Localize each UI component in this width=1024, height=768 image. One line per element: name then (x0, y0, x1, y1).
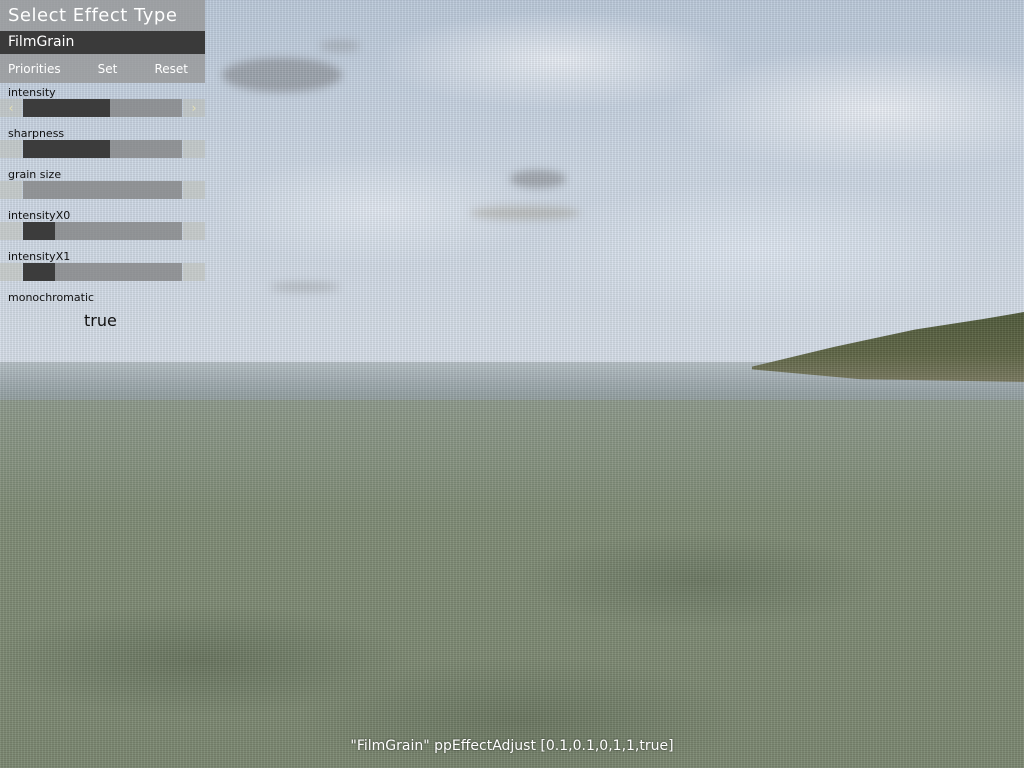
slider-track[interactable] (23, 99, 182, 117)
dark-cloud (470, 206, 580, 220)
param-intensity: intensity ‹ › (0, 83, 205, 124)
slider-track[interactable] (23, 181, 182, 199)
slider-left-button[interactable] (0, 181, 22, 199)
slider-left-button[interactable] (0, 222, 22, 240)
slider-left-button[interactable] (0, 263, 22, 281)
slider-fill (23, 263, 55, 281)
slider-intensity-x0[interactable] (0, 222, 205, 240)
dark-cloud (270, 282, 340, 292)
grass-ground (0, 400, 1024, 768)
slider-right-button[interactable] (183, 222, 205, 240)
param-label: grain size (8, 168, 62, 181)
dark-cloud (320, 40, 360, 52)
slider-track[interactable] (23, 263, 182, 281)
slider-intensity-x1[interactable] (0, 263, 205, 281)
priorities-button[interactable]: Priorities (8, 62, 61, 76)
param-grain-size: grain size (0, 165, 205, 206)
param-intensity-x0: intensityX0 (0, 206, 205, 247)
param-intensity-x1: intensityX1 (0, 247, 205, 288)
slider-left-arrow-icon[interactable]: ‹ (0, 99, 22, 117)
param-label: sharpness (8, 127, 65, 140)
panel-button-bar: Priorities Set Reset (0, 54, 205, 83)
monochromatic-toggle[interactable]: true (84, 311, 117, 330)
slider-left-button[interactable] (0, 140, 22, 158)
panel-title: Select Effect Type (0, 0, 205, 31)
param-label: intensityX1 (8, 250, 71, 263)
param-sharpness: sharpness (0, 124, 205, 165)
slider-sharpness[interactable] (0, 140, 205, 158)
slider-fill (23, 99, 111, 117)
slider-right-button[interactable] (183, 181, 205, 199)
dark-cloud (222, 58, 342, 92)
set-button[interactable]: Set (98, 62, 118, 76)
slider-right-arrow-icon[interactable]: › (183, 99, 205, 117)
slider-fill (23, 222, 55, 240)
slider-right-button[interactable] (183, 263, 205, 281)
param-label: intensityX0 (8, 209, 71, 222)
effect-panel: Select Effect Type FilmGrain Priorities … (0, 0, 205, 329)
effect-type-selector[interactable]: FilmGrain (0, 31, 205, 54)
slider-grain-size[interactable] (0, 181, 205, 199)
parameter-list: intensity ‹ › sharpness grain size inten… (0, 83, 205, 329)
slider-track[interactable] (23, 140, 182, 158)
slider-fill (23, 140, 111, 158)
reset-button[interactable]: Reset (154, 62, 188, 76)
slider-track[interactable] (23, 222, 182, 240)
param-label: monochromatic (8, 291, 95, 304)
param-label: intensity (8, 86, 56, 99)
dark-cloud (510, 170, 566, 188)
slider-intensity[interactable]: ‹ › (0, 99, 205, 117)
slider-right-button[interactable] (183, 140, 205, 158)
effect-command-readout: "FilmGrain" ppEffectAdjust [0.1,0.1,0,1,… (350, 738, 674, 754)
